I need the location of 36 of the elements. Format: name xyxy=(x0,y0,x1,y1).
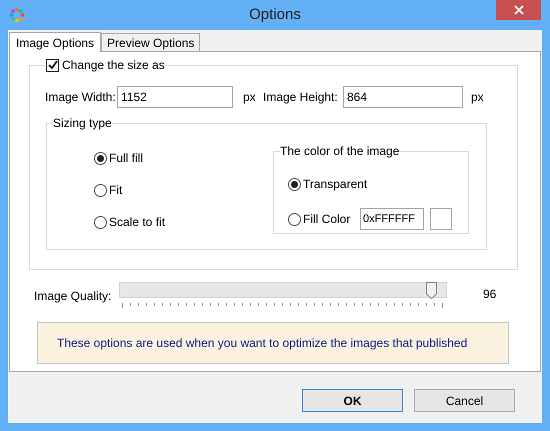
checkbox[interactable] xyxy=(46,58,59,72)
slider-thumb[interactable] xyxy=(426,282,437,299)
radio-option[interactable]: Full fill xyxy=(94,150,273,166)
close-icon xyxy=(514,5,524,15)
unit-label: px xyxy=(471,89,484,106)
height-field[interactable]: 864 xyxy=(343,86,463,108)
unit-label: px xyxy=(243,89,257,106)
quality-value: 96 xyxy=(483,286,496,303)
radio-option[interactable]: Fit xyxy=(94,182,273,198)
color-field[interactable]: 0xFFFFFF xyxy=(360,208,424,230)
check-icon xyxy=(48,60,58,70)
info-text: These options are used when you want to optimize the images that published xyxy=(57,335,468,352)
close-button[interactable] xyxy=(496,0,541,20)
dialog-button[interactable]: Cancel xyxy=(414,389,515,412)
dialog-button[interactable]: OK xyxy=(302,389,403,412)
radio-option[interactable]: Fill Color xyxy=(288,211,360,227)
tab[interactable]: Image Options xyxy=(9,32,102,52)
slider-track[interactable] xyxy=(119,282,447,298)
app-logo-icon xyxy=(9,7,25,23)
quality-label: Image Quality: xyxy=(34,288,112,305)
radio-button[interactable] xyxy=(288,212,301,226)
field-label: Image Width: xyxy=(45,89,117,106)
field-label: Image Height: xyxy=(263,89,339,106)
radio-button[interactable] xyxy=(94,216,107,228)
tab[interactable]: Preview Options xyxy=(101,33,200,51)
window-title: Options xyxy=(249,5,301,25)
width-field[interactable]: 1152 xyxy=(117,86,233,108)
radio-option[interactable]: Scale to fit xyxy=(94,214,273,230)
color-swatch[interactable] xyxy=(430,208,452,230)
resize-checkbox[interactable]: Change the size as xyxy=(46,56,165,74)
radio-button[interactable] xyxy=(288,178,301,190)
group-title: Sizing type xyxy=(53,115,112,132)
radio-option[interactable]: Transparent xyxy=(288,176,368,192)
group-title: The color of the image xyxy=(280,143,400,160)
radio-button[interactable] xyxy=(94,184,107,196)
radio-button[interactable] xyxy=(94,152,107,164)
